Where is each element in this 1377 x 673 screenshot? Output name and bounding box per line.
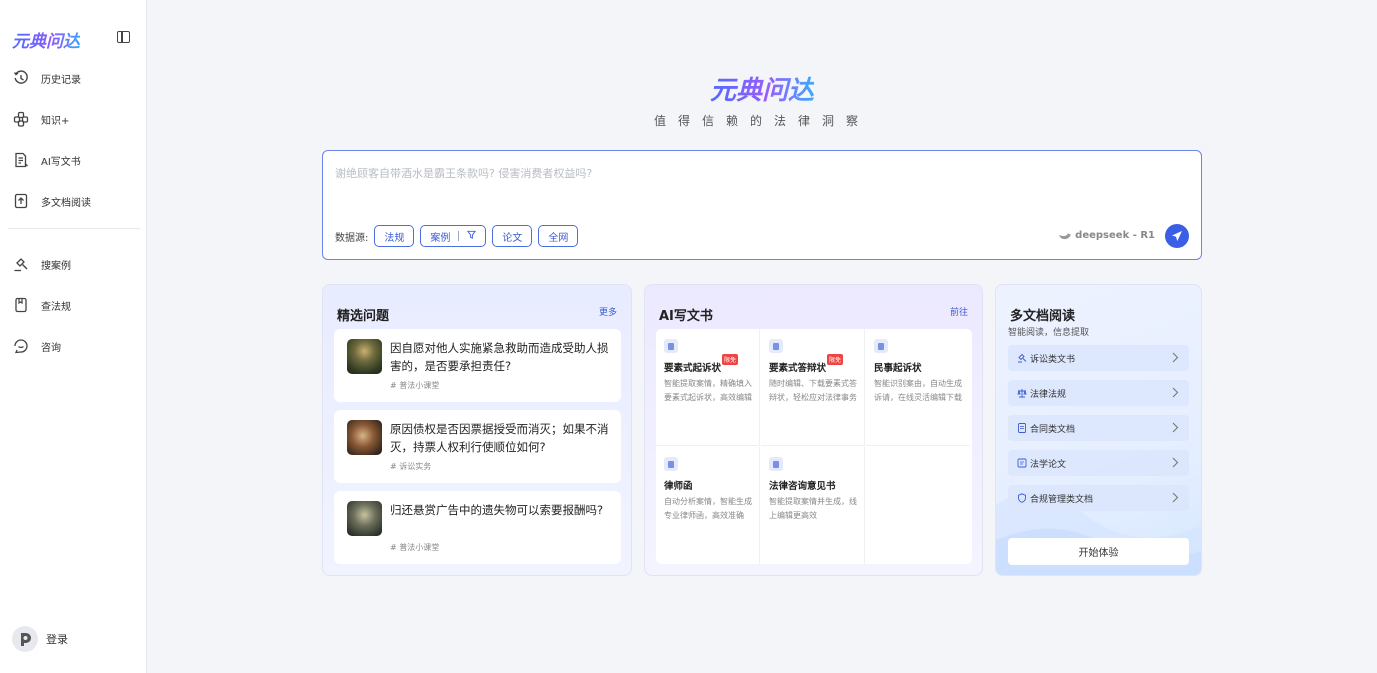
question-tag: # 普法小课堂 [390,543,440,552]
doc-type-papers[interactable]: 法学论文 [1008,450,1189,476]
chat-icon [12,337,30,355]
paper-icon [1016,458,1027,469]
card-title: 精选问题 [337,309,390,324]
sidebar-item-search-cases[interactable]: 搜案例 [12,253,71,275]
doc-type-compliance[interactable]: 合规管理类文档 [1008,485,1189,511]
doc-type-contracts[interactable]: 合同类文档 [1008,415,1189,441]
question-tag: # 诉讼实务 [390,462,432,471]
source-chip-cases[interactable]: 案例 [420,225,487,247]
chevron-right-icon [1171,352,1179,366]
doc-type-litigation[interactable]: 诉讼类文书 [1008,345,1189,371]
sidebar-item-label: 查法规 [41,301,71,313]
ai-write-card: AI写文书 前往 要素式起诉状 限免 智能提取案情，精确填入要素式起诉状，高效编… [644,284,983,576]
gavel-icon [12,255,30,273]
data-source-label: 数据源: [335,232,369,244]
upload-doc-icon [12,192,30,210]
question-input-box[interactable]: 谢绝顾客自带酒水是霸王条款吗? 侵害消费者权益吗? 数据源: 法规 案例 论文 … [322,150,1202,260]
login-button[interactable]: 登录 [12,626,68,652]
go-link[interactable]: 前往 [950,305,968,318]
card-title: AI写文书 [659,309,713,324]
question-thumbnail [347,420,382,455]
sidebar-divider [8,228,140,229]
question-text: 原因债权是否因票据授受而消灭；如果不消灭，持票人权利行使顺位如何? [390,422,609,454]
law-book-icon [12,296,30,314]
question-tag: # 普法小课堂 [390,381,440,390]
question-input[interactable]: 谢绝顾客自带酒水是霸王条款吗? 侵害消费者权益吗? [335,165,592,181]
scale-icon [1016,388,1027,399]
template-civil-complaint[interactable]: 民事起诉状 智能识别案由，自动生成诉请，在线灵活编辑下载 [866,329,970,446]
sidebar-item-label: 多文档阅读 [41,197,91,209]
sidebar-item-label: 咨询 [41,342,61,354]
question-text: 因自愿对他人实施紧急救助而造成受助人损害的，是否要承担责任? [390,341,609,373]
filter-icon[interactable] [467,230,477,242]
sidebar-item-label: 搜案例 [41,260,71,272]
ai-write-grid: 要素式起诉状 限免 智能提取案情，精确填入要素式起诉状，高效编辑 要素式答辩状 … [656,329,972,564]
free-badge: 限免 [827,354,844,365]
sidebar-item-laws[interactable]: 查法规 [12,294,71,316]
document-icon [664,339,678,353]
source-chip-papers[interactable]: 论文 [492,225,533,247]
card-subtitle: 智能阅读，信息提取 [1008,328,1090,338]
more-link[interactable]: 更多 [599,305,617,318]
question-item[interactable]: 原因债权是否因票据授受而消灭；如果不消灭，持票人权利行使顺位如何? # 诉讼实务 [334,410,621,483]
template-elem-defense[interactable]: 要素式答辩状 限免 随时编辑、下载要素式答辩状，轻松应对法律事务 [761,329,865,446]
sidebar-collapse-icon[interactable] [117,31,130,43]
free-badge: 限免 [722,354,739,365]
document-icon [769,457,783,471]
model-name: deepseek - R1 [1075,230,1155,241]
gavel-icon [1016,353,1027,364]
chevron-right-icon [1171,457,1179,471]
sidebar-item-label: AI写文书 [41,156,81,168]
data-source-selector: 数据源: 法规 案例 论文 全网 [335,225,579,247]
hero-subtitle: 值得信赖的法律洞察 [653,114,870,128]
shield-icon [1016,493,1027,504]
source-chip-web[interactable]: 全网 [538,225,579,247]
send-icon [1171,230,1183,242]
start-experience-button[interactable]: 开始体验 [1008,538,1189,565]
doc-type-laws[interactable]: 法律法规 [1008,380,1189,406]
document-write-icon [12,151,30,169]
sidebar-item-consult[interactable]: 咨询 [12,335,61,357]
avatar [12,626,38,652]
send-button[interactable] [1165,224,1189,248]
deepseek-whale-icon [1058,231,1072,241]
model-selector[interactable]: deepseek - R1 [1058,230,1155,241]
chevron-right-icon [1171,422,1179,436]
question-thumbnail [347,501,382,536]
sidebar-item-ai-write[interactable]: AI写文书 [12,149,81,171]
question-item[interactable]: 归还悬赏广告中的遗失物可以索要报酬吗? # 普法小课堂 [334,491,621,564]
chevron-right-icon [1171,492,1179,506]
card-title: 多文档阅读 [1010,309,1076,324]
chevron-right-icon [1171,387,1179,401]
document-icon [769,339,783,353]
question-item[interactable]: 因自愿对他人实施紧急救助而造成受助人损害的，是否要承担责任? # 普法小课堂 [334,329,621,402]
hero-title: 元典问达 [709,76,814,106]
template-legal-opinion[interactable]: 法律咨询意见书 智能提取案情并生成，线上编辑更高效 [761,447,865,564]
multi-doc-card: 多文档阅读 智能阅读，信息提取 诉讼类文书 法律法规 合同类文档 法学论文 合规… [995,284,1202,576]
login-label: 登录 [46,633,68,646]
question-text: 归还悬赏广告中的遗失物可以索要报酬吗? [390,503,604,517]
featured-questions-card: 精选问题 更多 因自愿对他人实施紧急救助而造成受助人损害的，是否要承担责任? #… [322,284,632,576]
app-logo[interactable]: 元典问达 [12,27,80,52]
document-icon [874,339,888,353]
contract-icon [1016,423,1027,434]
source-chip-laws[interactable]: 法规 [374,225,415,247]
sidebar-item-multi-doc[interactable]: 多文档阅读 [12,190,91,212]
question-thumbnail [347,339,382,374]
template-lawyer-letter[interactable]: 律师函 自动分析案情，智能生成专业律师函，高效准确 [656,447,760,564]
document-icon [664,457,678,471]
template-elem-complaint[interactable]: 要素式起诉状 限免 智能提取案情，精确填入要素式起诉状，高效编辑 [656,329,760,446]
